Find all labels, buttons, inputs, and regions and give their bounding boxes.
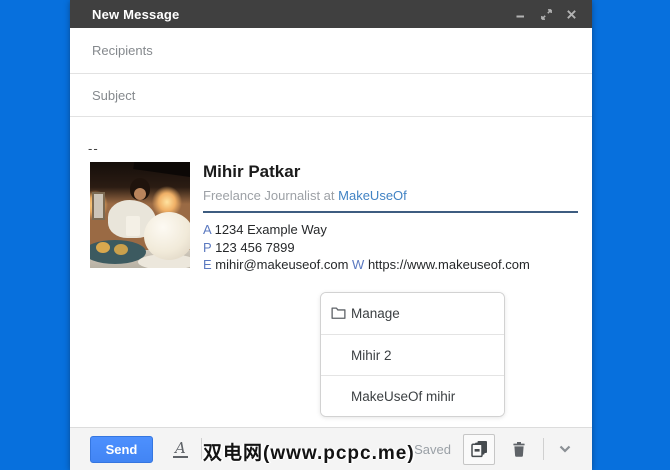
chevron-down-icon <box>559 445 571 453</box>
photo-shape <box>92 192 105 220</box>
recipients-field[interactable]: Recipients <box>70 28 592 74</box>
close-icon[interactable] <box>564 7 578 21</box>
expand-icon[interactable] <box>539 7 553 21</box>
toolbar-divider <box>543 438 544 460</box>
menu-item-makeuseof-mihir[interactable]: MakeUseOf mihir <box>321 375 504 416</box>
watermark: 双电网(www.pcpc.me) <box>203 443 415 464</box>
address-key: A <box>203 222 211 237</box>
company-link[interactable]: MakeUseOf <box>338 188 407 203</box>
photo-shape <box>96 242 110 253</box>
signature-email-web-line: E mihir@makeuseof.com W https://www.make… <box>203 256 578 274</box>
signature-contact-lines: A 1234 Example Way P 123 456 7899 E mihi… <box>203 221 578 274</box>
photo-shape <box>114 244 128 255</box>
email-key: E <box>203 257 212 272</box>
signature-name: Mihir Patkar <box>203 162 301 181</box>
signature-role: Freelance Journalist at MakeUseOf <box>203 188 578 203</box>
phone-value: 123 456 7899 <box>215 239 295 255</box>
compose-window: New Message Recipients Subject -- Mihir … <box>70 0 592 470</box>
more-options-button[interactable] <box>556 440 574 458</box>
window-title: New Message <box>92 6 180 22</box>
recipients-placeholder: Recipients <box>92 43 153 58</box>
menu-item-manage[interactable]: Manage <box>321 293 504 334</box>
signature-templates-button[interactable] <box>463 433 495 465</box>
signature-delimiter: -- <box>88 141 99 156</box>
stacked-cards-icon <box>471 441 487 458</box>
signature-rule <box>203 211 578 213</box>
signature-templates-menu: Manage Mihir 2 MakeUseOf mihir <box>320 292 505 417</box>
compose-toolbar: Send A 双电网(www.pcpc.me) Saved <box>70 427 592 470</box>
subject-placeholder: Subject <box>92 87 136 103</box>
signature-info: Mihir Patkar Freelance Journalist at Mak… <box>203 162 578 274</box>
website-link[interactable]: https://www.makeuseof.com <box>368 257 530 272</box>
signature-phone-line: P 123 456 7899 <box>203 239 578 257</box>
email-link[interactable]: mihir@makeuseof.com <box>215 257 348 272</box>
saved-status: Saved <box>414 441 451 457</box>
trash-icon <box>513 441 525 457</box>
subject-field[interactable]: Subject <box>70 74 592 117</box>
menu-item-label: Manage <box>351 306 400 321</box>
email-signature: Mihir Patkar Freelance Journalist at Mak… <box>90 162 578 274</box>
website-key: W <box>352 257 365 272</box>
signature-address-line: A 1234 Example Way <box>203 221 578 239</box>
discard-draft-button[interactable] <box>508 438 530 460</box>
compose-titlebar[interactable]: New Message <box>70 0 592 28</box>
desktop-background: New Message Recipients Subject -- Mihir … <box>0 0 670 470</box>
signature-photo <box>90 162 190 268</box>
photo-shape <box>134 188 146 200</box>
address-value: 1234 Example Way <box>214 222 327 237</box>
menu-item-label: Mihir 2 <box>351 347 392 363</box>
menu-item-mihir-2[interactable]: Mihir 2 <box>321 334 504 375</box>
formatting-options-icon[interactable]: A <box>173 440 188 458</box>
toolbar-divider <box>200 438 202 460</box>
phone-key: P <box>203 239 212 255</box>
signature-role-text: Freelance Journalist at <box>203 188 335 203</box>
photo-shape <box>144 212 190 260</box>
photo-shape <box>126 216 140 236</box>
minimize-icon[interactable] <box>514 7 528 21</box>
folder-icon <box>331 306 346 323</box>
window-controls <box>514 7 578 21</box>
menu-item-label: MakeUseOf mihir <box>351 388 456 404</box>
send-button[interactable]: Send <box>90 435 153 463</box>
